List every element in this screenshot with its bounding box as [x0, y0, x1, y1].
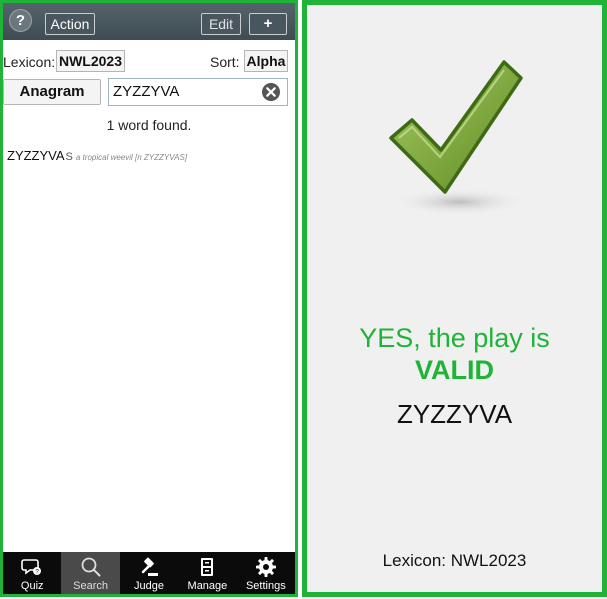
lexicon-select[interactable]: NWL2023: [56, 50, 125, 72]
nav-search-label: Search: [73, 580, 109, 592]
help-button[interactable]: ?: [9, 9, 32, 32]
lexicon-footer: Lexicon: NWL2023: [382, 551, 527, 570]
result-definition: a tropical weevil [n ZYZZYVAS]: [75, 153, 188, 162]
gavel-icon: [141, 557, 159, 576]
lexicon-label: Lexicon:: [3, 54, 56, 70]
gear-icon: [255, 557, 276, 577]
nav-quiz[interactable]: ? Quiz: [3, 552, 61, 594]
checkmark-icon: [389, 60, 527, 216]
judge-result-panel: YES, the play is VALID ZYZZYVA Lexicon: …: [302, 0, 607, 597]
nav-judge-label: Judge: [134, 580, 164, 592]
result-count: 1 word found.: [106, 117, 192, 133]
action-button[interactable]: Action: [45, 13, 95, 35]
cabinet-icon: [201, 558, 214, 576]
nav-manage-label: Manage: [187, 580, 228, 592]
verdict-text: YES, the play is: [359, 323, 550, 353]
nav-search[interactable]: Search: [61, 552, 120, 594]
result-row[interactable]: ZYZZYVAS a tropical weevil [n ZYZZYVAS]: [7, 147, 187, 165]
search-icon: [81, 557, 101, 577]
edit-button[interactable]: Edit: [201, 13, 241, 35]
bottom-nav: ? Quiz Search Judge Manage Settings: [3, 552, 295, 594]
nav-settings[interactable]: Settings: [237, 552, 295, 594]
clear-icon[interactable]: [261, 82, 281, 102]
sort-label: Sort:: [210, 54, 240, 70]
search-panel: ? Action Edit + Lexicon: NWL2023 Sort: A…: [0, 0, 298, 597]
nav-quiz-label: Quiz: [20, 580, 44, 592]
quiz-icon: ?: [21, 559, 42, 576]
nav-manage[interactable]: Manage: [178, 552, 236, 594]
verdict-status: VALID: [415, 355, 494, 385]
add-button[interactable]: +: [249, 13, 287, 35]
judged-word: ZYZZYVA: [396, 399, 513, 429]
top-toolbar: ? Action Edit +: [3, 3, 295, 40]
result-word: ZYZZYVA: [7, 148, 65, 163]
result-hook: S: [65, 151, 73, 163]
nav-settings-label: Settings: [245, 580, 286, 592]
nav-judge[interactable]: Judge: [120, 552, 178, 594]
sort-select[interactable]: Alpha: [244, 50, 288, 72]
search-mode-button[interactable]: Anagram: [3, 79, 101, 105]
